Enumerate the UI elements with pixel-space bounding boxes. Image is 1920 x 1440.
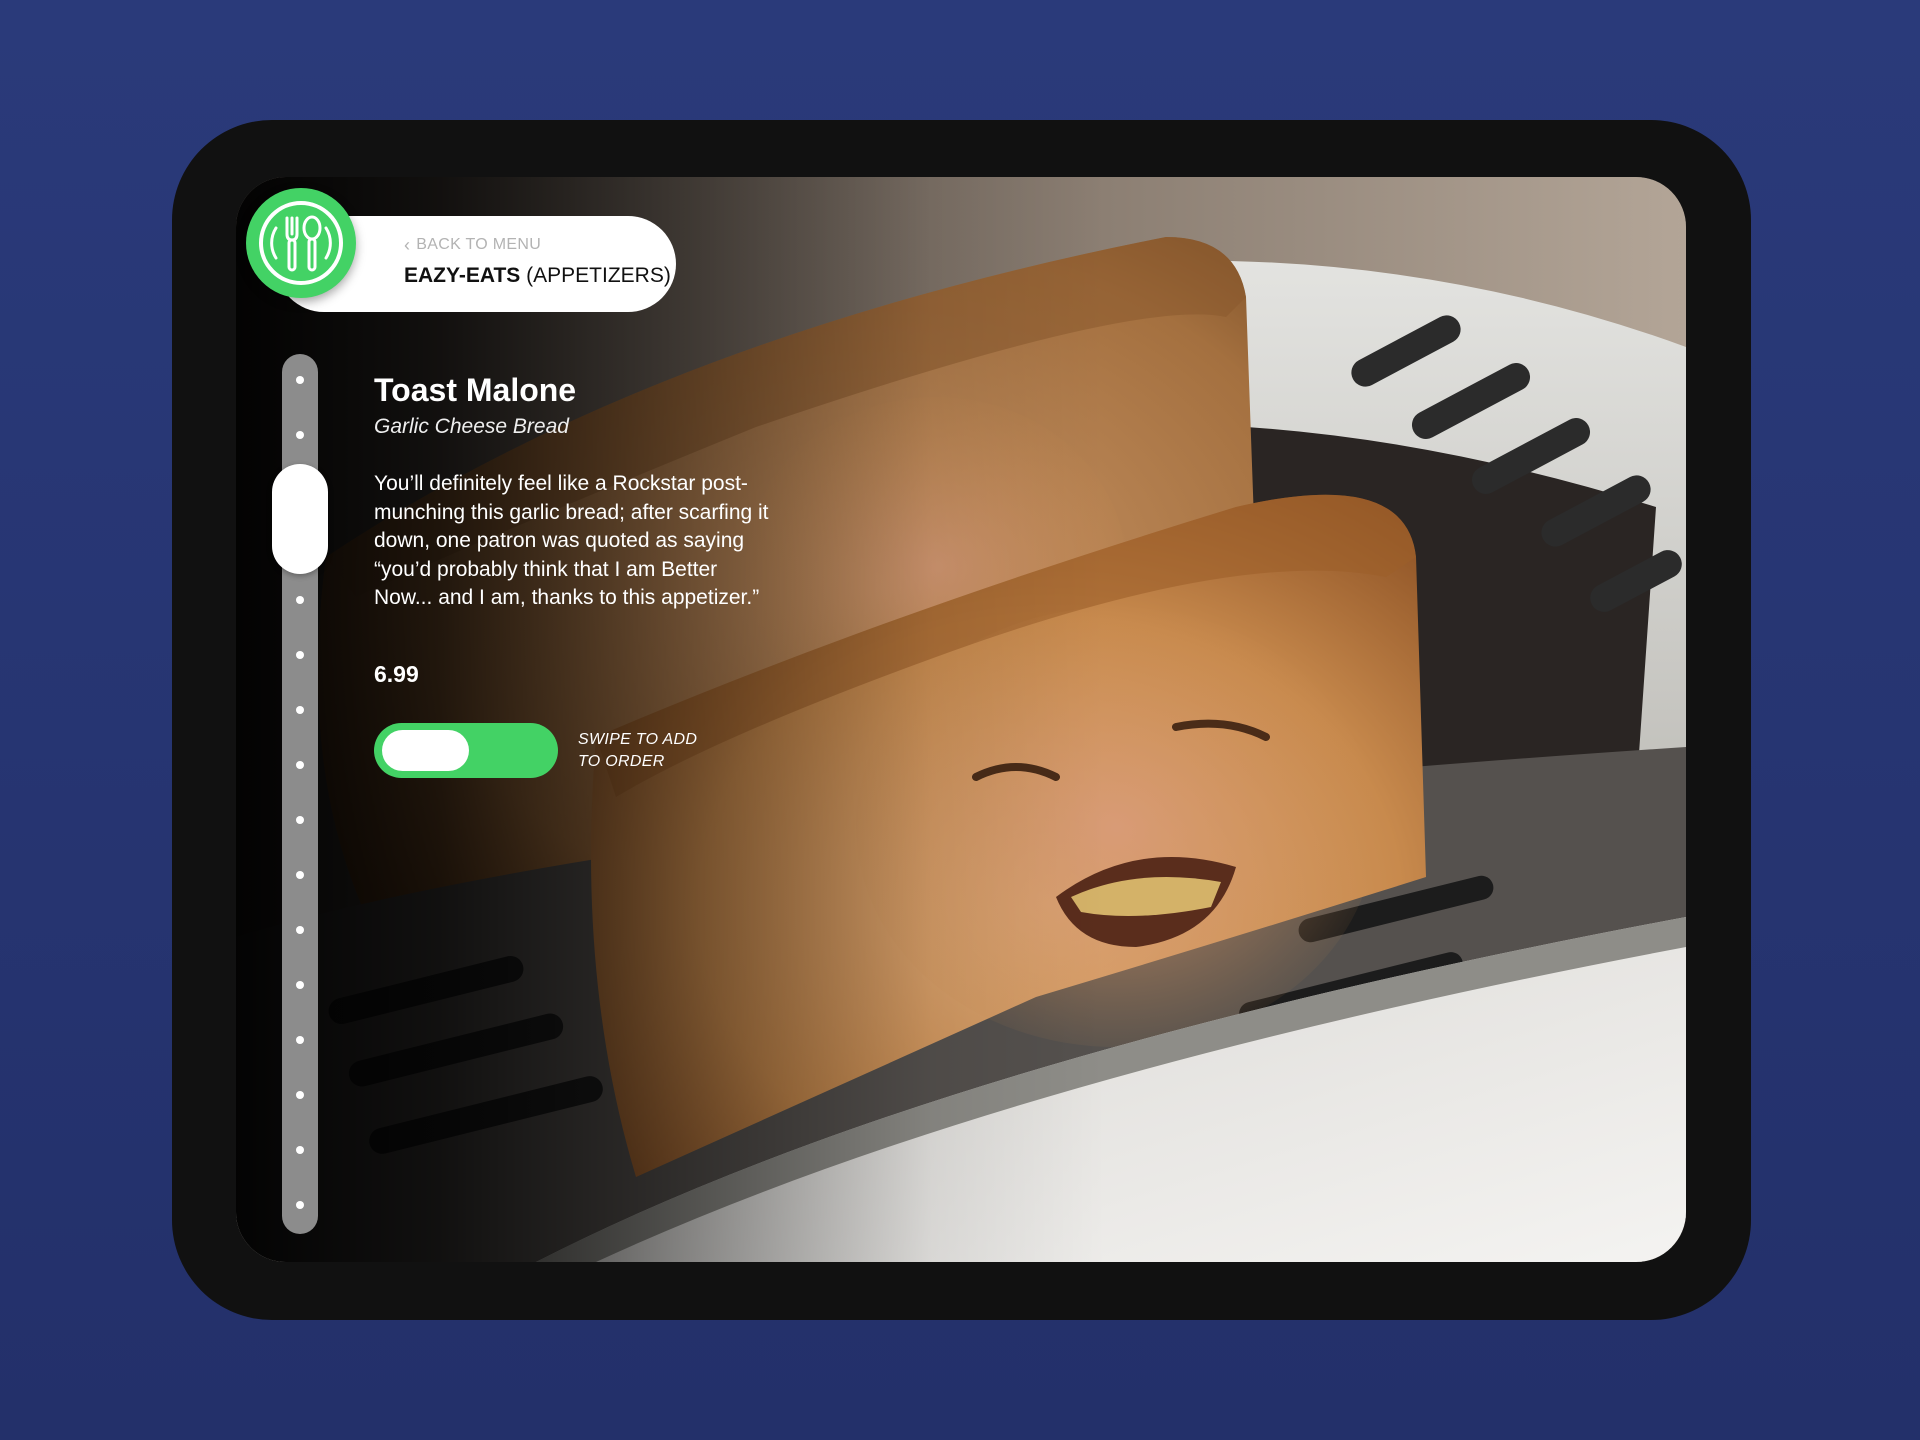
category-name: (APPETIZERS) bbox=[526, 264, 671, 287]
chevron-left-icon: ‹ bbox=[404, 235, 411, 255]
scroller-dot[interactable] bbox=[296, 431, 304, 439]
scroller-thumb[interactable] bbox=[272, 464, 328, 574]
fork-spoon-icon bbox=[259, 201, 343, 285]
screen: Toast Malone Garlic Cheese Bread You’ll … bbox=[236, 177, 1686, 1262]
scroller-dot[interactable] bbox=[296, 596, 304, 604]
scroller-dot[interactable] bbox=[296, 1146, 304, 1154]
scroller-dot[interactable] bbox=[296, 981, 304, 989]
scroller-dot[interactable] bbox=[296, 651, 304, 659]
item-name: Toast Malone bbox=[374, 372, 577, 408]
brand-name: EAZY-EATS bbox=[404, 264, 521, 287]
left-shade-overlay bbox=[236, 177, 1686, 1262]
page-title: EAZY-EATS (APPETIZERS) bbox=[404, 264, 671, 288]
scroller-dot[interactable] bbox=[296, 1201, 304, 1209]
back-to-menu-link[interactable]: ‹ BACK TO MENU bbox=[404, 236, 541, 254]
app-logo[interactable] bbox=[246, 188, 356, 298]
menu-item-scroller[interactable] bbox=[272, 354, 328, 1234]
item-subtitle: Garlic Cheese Bread bbox=[374, 415, 569, 438]
scroller-dot[interactable] bbox=[296, 816, 304, 824]
scroller-dot[interactable] bbox=[296, 1091, 304, 1099]
item-description: You’ll definitely feel like a Rockstar p… bbox=[374, 472, 769, 610]
swipe-to-add-label: SWIPE TO ADD TO ORDER bbox=[578, 731, 698, 770]
add-to-order-swipe-toggle[interactable] bbox=[374, 723, 558, 778]
scroller-dot[interactable] bbox=[296, 706, 304, 714]
swipe-toggle-knob[interactable] bbox=[382, 730, 469, 771]
scroller-dot[interactable] bbox=[296, 1036, 304, 1044]
scroller-dot[interactable] bbox=[296, 926, 304, 934]
scroller-dot[interactable] bbox=[296, 871, 304, 879]
scroller-dot[interactable] bbox=[296, 376, 304, 384]
item-price: 6.99 bbox=[374, 661, 419, 687]
back-to-menu-label: BACK TO MENU bbox=[416, 236, 542, 253]
scroller-dot[interactable] bbox=[296, 761, 304, 769]
tablet-device: Toast Malone Garlic Cheese Bread You’ll … bbox=[172, 120, 1751, 1320]
